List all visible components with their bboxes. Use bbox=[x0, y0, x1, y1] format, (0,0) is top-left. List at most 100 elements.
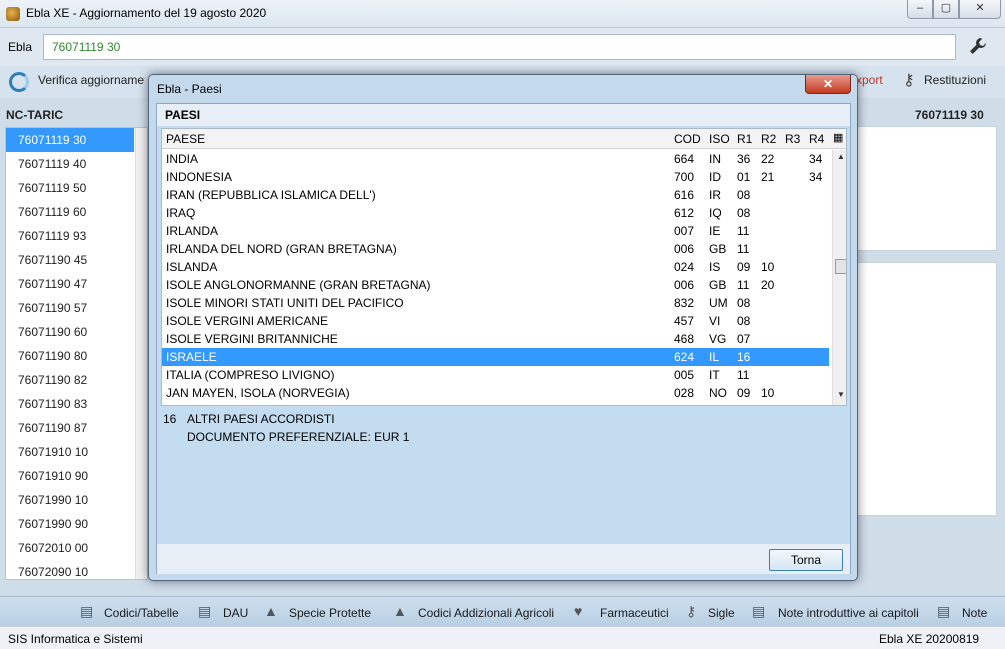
table-row[interactable]: ISLANDA 024 IS 09 10 bbox=[162, 258, 829, 276]
left-panel-header: NC-TARIC bbox=[0, 104, 150, 126]
table-row[interactable]: ISRAELE 624 IL 16 bbox=[162, 348, 829, 366]
grid-body: INDIA 664 IN 36 22 34 INDONESIA 700 ID 01 21 34 IRAN… bbox=[162, 150, 832, 405]
cell-r1: 11 bbox=[737, 242, 750, 256]
scroll-up-icon[interactable]: ▲ bbox=[837, 152, 845, 161]
code-list-item[interactable]: 76071190 47 bbox=[6, 272, 134, 296]
key-icon: ⚷ bbox=[903, 72, 915, 89]
scroll-thumb[interactable] bbox=[835, 259, 846, 274]
column-header-paese[interactable]: PAESE bbox=[166, 132, 205, 146]
close-window-button[interactable]: ✕ bbox=[959, 0, 1001, 19]
code-list-item[interactable]: 76071190 87 bbox=[6, 416, 134, 440]
cell-iso: VI bbox=[709, 314, 721, 328]
column-header-r1[interactable]: R1 bbox=[737, 132, 752, 146]
sigle-button[interactable]: Sigle bbox=[708, 606, 735, 620]
table-row[interactable]: ISOLE MINORI STATI UNITI DEL PACIFICO 832… bbox=[162, 294, 829, 312]
cell-cod: 616 bbox=[674, 188, 695, 202]
verify-updates-button[interactable]: Verifica aggiorname bbox=[38, 73, 144, 87]
cell-r1: 08 bbox=[737, 296, 751, 310]
search-input[interactable] bbox=[43, 34, 956, 60]
column-chooser-icon[interactable]: ▦ bbox=[833, 131, 843, 144]
dialog-footer: Torna bbox=[157, 544, 850, 574]
cell-cod: 007 bbox=[674, 224, 695, 238]
cell-r2: 10 bbox=[761, 386, 775, 400]
torna-button[interactable]: Torna bbox=[769, 549, 843, 571]
minimize-button[interactable]: – bbox=[907, 0, 933, 19]
code-list-item[interactable]: 76071990 90 bbox=[6, 512, 134, 536]
section-title: PAESI bbox=[165, 108, 201, 122]
code-list-scrollbar[interactable] bbox=[135, 128, 147, 579]
code-list-item[interactable]: 76071190 82 bbox=[6, 368, 134, 392]
app-icon bbox=[6, 7, 20, 21]
cell-r4: 34 bbox=[809, 170, 823, 184]
code-list-item[interactable]: 76071190 83 bbox=[6, 392, 134, 416]
cell-cod: 024 bbox=[674, 260, 695, 274]
code-list-item[interactable]: 76071990 10 bbox=[6, 488, 134, 512]
table-row[interactable]: IRAN (REPUBBLICA ISLAMICA DELL') 616 IR 08 bbox=[162, 186, 829, 204]
cell-r2: 20 bbox=[761, 278, 775, 292]
code-list-item[interactable]: 76071910 90 bbox=[6, 464, 134, 488]
code-list-item[interactable]: 76071190 45 bbox=[6, 248, 134, 272]
export-button[interactable]: xport bbox=[856, 73, 883, 87]
dialog-close-button[interactable]: ✕ bbox=[805, 75, 851, 94]
cell-r1: 08 bbox=[737, 206, 751, 220]
table-row[interactable]: IRLANDA DEL NORD (GRAN BRETAGNA) 006 GB 11 bbox=[162, 240, 829, 258]
table-row[interactable]: ITALIA (COMPRESO LIVIGNO) 005 IT 11 bbox=[162, 366, 829, 384]
bottom-toolbar: ▤ Codici/Tabelle ▤ DAU ▲ Specie Protette… bbox=[0, 596, 1005, 626]
code-list-item[interactable]: 76072090 10 bbox=[6, 560, 134, 579]
cell-iso: IN bbox=[709, 152, 721, 166]
scroll-down-icon[interactable]: ▼ bbox=[837, 390, 845, 399]
code-list-item[interactable]: 76071119 50 bbox=[6, 176, 134, 200]
code-list-item[interactable]: 76071119 30 bbox=[6, 128, 134, 152]
cell-r2: 10 bbox=[761, 260, 775, 274]
code-list-item[interactable]: 76072010 00 bbox=[6, 536, 134, 560]
grid-header: PAESE COD ISO R1 R2 R3 R4 ▦ bbox=[162, 129, 846, 149]
table-row[interactable]: ISOLE VERGINI AMERICANE 457 VI 08 bbox=[162, 312, 829, 330]
code-list-item[interactable]: 76071910 10 bbox=[6, 440, 134, 464]
refresh-icon[interactable] bbox=[9, 72, 29, 92]
table-row[interactable]: IRLANDA 007 IE 11 bbox=[162, 222, 829, 240]
maximize-button[interactable]: ▢ bbox=[933, 0, 959, 19]
column-header-r2[interactable]: R2 bbox=[761, 132, 776, 146]
code-list-item[interactable]: 76071119 93 bbox=[6, 224, 134, 248]
note-introduttive-button[interactable]: Note introduttive ai capitoli bbox=[778, 606, 919, 620]
dau-button[interactable]: DAU bbox=[223, 606, 248, 620]
grid-scrollbar[interactable]: ▲ ▼ bbox=[832, 150, 846, 405]
table-row[interactable]: JAN MAYEN, ISOLA (NORVEGIA) 028 NO 09 10 bbox=[162, 384, 829, 402]
cell-paese: ISOLE VERGINI AMERICANE bbox=[166, 314, 329, 328]
cell-cod: 006 bbox=[674, 242, 695, 256]
column-header-r4[interactable]: R4 bbox=[809, 132, 824, 146]
current-code-label: 76071119 30 bbox=[915, 108, 984, 122]
table-row[interactable]: IRAQ 612 IQ 08 bbox=[162, 204, 829, 222]
cell-paese: ISOLE MINORI STATI UNITI DEL PACIFICO bbox=[166, 296, 404, 310]
table-row[interactable]: ISOLE ANGLONORMANNE (GRAN BRETAGNA) 006 GB… bbox=[162, 276, 829, 294]
table-row[interactable]: INDONESIA 700 ID 01 21 34 bbox=[162, 168, 829, 186]
code-list-item[interactable]: 76071190 80 bbox=[6, 344, 134, 368]
dialog-body: PAESI PAESE COD ISO R1 R2 R3 R4 ▦ INDIA 6… bbox=[156, 103, 851, 574]
code-list-item[interactable]: 76071190 57 bbox=[6, 296, 134, 320]
cell-iso: IL bbox=[709, 350, 720, 364]
farmaceutici-button[interactable]: Farmaceutici bbox=[600, 606, 669, 620]
code-list-item[interactable]: 76071190 60 bbox=[6, 320, 134, 344]
restituzioni-button[interactable]: Restituzioni bbox=[924, 73, 986, 87]
cell-cod: 468 bbox=[674, 332, 695, 346]
tree-icon: ▲ bbox=[393, 603, 407, 619]
table-row[interactable]: INDIA 664 IN 36 22 34 bbox=[162, 150, 829, 168]
info-panel-bottom bbox=[856, 262, 997, 516]
codici-addizionali-agricoli-button[interactable]: Codici Addizionali Agricoli bbox=[418, 606, 554, 620]
cell-paese: ISRAELE bbox=[166, 350, 217, 364]
note-button[interactable]: Note bbox=[962, 606, 987, 620]
table-row[interactable]: ISOLE VERGINI BRITANNICHE 468 VG 07 bbox=[162, 330, 829, 348]
specie-protette-button[interactable]: Specie Protette bbox=[289, 606, 371, 620]
column-header-r3[interactable]: R3 bbox=[785, 132, 800, 146]
code-list-item[interactable]: 76071119 60 bbox=[6, 200, 134, 224]
cell-r1: 07 bbox=[737, 332, 751, 346]
cell-r2: 22 bbox=[761, 152, 775, 166]
detail-line-2: DOCUMENTO PREFERENZIALE: EUR 1 bbox=[187, 430, 410, 444]
code-list-item[interactable]: 76071119 40 bbox=[6, 152, 134, 176]
column-header-iso[interactable]: ISO bbox=[709, 132, 730, 146]
key-icon: ⚷ bbox=[686, 603, 697, 619]
paesi-dialog: Ebla - Paesi ✕ PAESI PAESE COD ISO R1 R2… bbox=[148, 74, 858, 581]
wrench-icon[interactable] bbox=[968, 36, 990, 58]
codici-tabelle-button[interactable]: Codici/Tabelle bbox=[104, 606, 179, 620]
column-header-cod[interactable]: COD bbox=[674, 132, 701, 146]
